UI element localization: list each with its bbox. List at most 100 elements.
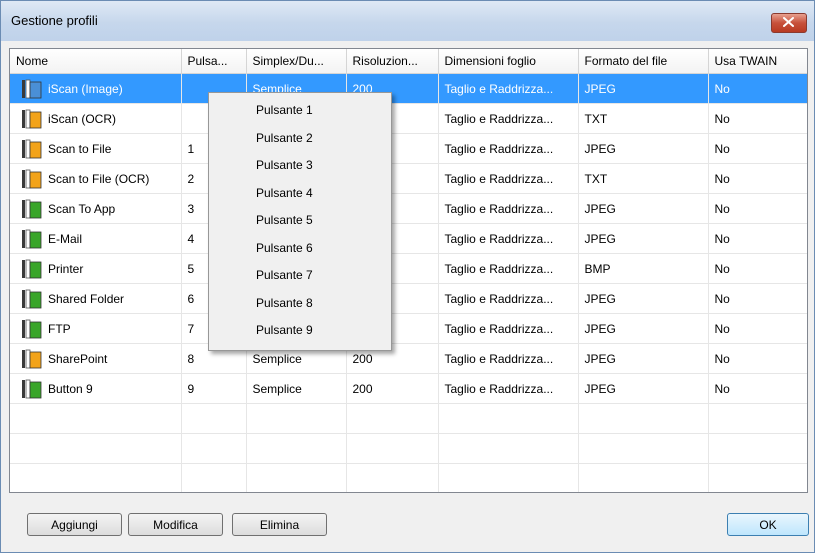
row-paper-size[interactable]: Taglio e Raddrizza...: [438, 223, 579, 254]
empty-cell: [246, 433, 347, 464]
row-file-format[interactable]: JPEG: [578, 193, 709, 224]
close-button[interactable]: [771, 13, 807, 33]
column-header-paper-size[interactable]: Dimensioni foglio: [438, 49, 579, 74]
row-file-format[interactable]: JPEG: [578, 133, 709, 164]
row-paper-size[interactable]: Taglio e Raddrizza...: [438, 373, 579, 404]
row-paper-size[interactable]: Taglio e Raddrizza...: [438, 193, 579, 224]
table-row[interactable]: iScan (Image) Semplice 200 Taglio e Raddriz…: [10, 73, 807, 104]
profile-orange-icon: [22, 139, 42, 158]
row-file-format[interactable]: JPEG: [578, 73, 709, 104]
empty-cell: [346, 403, 439, 434]
row-paper-size[interactable]: Taglio e Raddrizza...: [438, 343, 579, 374]
table-row[interactable]: E-Mail 4 Taglio e Raddrizza... JPEG No: [10, 223, 807, 254]
row-name-cell[interactable]: Shared Folder: [10, 283, 182, 314]
empty-cell: [708, 463, 807, 492]
empty-row: [10, 433, 807, 464]
row-file-format[interactable]: JPEG: [578, 373, 709, 404]
profile-name: E-Mail: [48, 231, 83, 246]
row-use-twain[interactable]: No: [708, 193, 807, 224]
row-paper-size[interactable]: Taglio e Raddrizza...: [438, 73, 579, 104]
row-name-cell[interactable]: iScan (OCR): [10, 103, 182, 134]
row-file-format[interactable]: JPEG: [578, 313, 709, 344]
row-name-cell[interactable]: Scan to File: [10, 133, 182, 164]
row-use-twain[interactable]: No: [708, 343, 807, 374]
table-row[interactable]: FTP 7 Taglio e Raddrizza... JPEG No: [10, 313, 807, 344]
row-button[interactable]: 9: [181, 373, 247, 404]
menu-item-pulsante-1[interactable]: Pulsante 1: [211, 97, 387, 123]
profile-orange-icon: [22, 169, 42, 188]
row-resolution[interactable]: 200: [346, 373, 439, 404]
row-paper-size[interactable]: Taglio e Raddrizza...: [438, 103, 579, 134]
row-name-cell[interactable]: SharePoint: [10, 343, 182, 374]
ok-button[interactable]: OK: [727, 513, 809, 536]
column-header-resolution[interactable]: Risoluzion...: [346, 49, 439, 74]
menu-item-pulsante-2[interactable]: Pulsante 2: [211, 125, 387, 151]
menu-item-pulsante-8[interactable]: Pulsante 8: [211, 290, 387, 316]
row-use-twain[interactable]: No: [708, 163, 807, 194]
table-row[interactable]: Scan to File 1 Taglio e Raddrizza... JPEG No: [10, 133, 807, 164]
profile-green-icon: [22, 319, 42, 338]
row-paper-size[interactable]: Taglio e Raddrizza...: [438, 253, 579, 284]
column-header-button[interactable]: Pulsa...: [181, 49, 247, 74]
row-paper-size[interactable]: Taglio e Raddrizza...: [438, 133, 579, 164]
column-header-simplex-duplex[interactable]: Simplex/Du...: [246, 49, 347, 74]
table-row[interactable]: SharePoint 8 Semplice 200 Taglio e Raddrizza…: [10, 343, 807, 374]
empty-cell: [10, 463, 182, 492]
row-name-cell[interactable]: Printer: [10, 253, 182, 284]
column-header-name[interactable]: Nome: [10, 49, 182, 74]
row-name-cell[interactable]: Scan To App: [10, 193, 182, 224]
empty-cell: [708, 403, 807, 434]
row-simplex-duplex[interactable]: Semplice: [246, 373, 347, 404]
row-file-format[interactable]: BMP: [578, 253, 709, 284]
profile-name: FTP: [48, 321, 71, 336]
empty-cell: [10, 403, 182, 434]
row-use-twain[interactable]: No: [708, 373, 807, 404]
row-name-cell[interactable]: Scan to File (OCR): [10, 163, 182, 194]
row-file-format[interactable]: JPEG: [578, 343, 709, 374]
row-name-cell[interactable]: E-Mail: [10, 223, 182, 254]
row-use-twain[interactable]: No: [708, 283, 807, 314]
column-header-use-twain[interactable]: Usa TWAIN: [708, 49, 807, 74]
empty-cell: [346, 433, 439, 464]
title-bar[interactable]: Gestione profili: [1, 1, 814, 41]
menu-item-pulsante-4[interactable]: Pulsante 4: [211, 180, 387, 206]
empty-cell: [246, 463, 347, 492]
row-file-format[interactable]: TXT: [578, 103, 709, 134]
table-row[interactable]: Button 9 9 Semplice 200 Taglio e Raddrizza..…: [10, 373, 807, 404]
row-use-twain[interactable]: No: [708, 313, 807, 344]
add-button[interactable]: Aggiungi: [27, 513, 122, 536]
row-use-twain[interactable]: No: [708, 133, 807, 164]
row-use-twain[interactable]: No: [708, 223, 807, 254]
table-row[interactable]: Shared Folder 6 Taglio e Raddrizza... JPEG N…: [10, 283, 807, 314]
menu-item-pulsante-5[interactable]: Pulsante 5: [211, 207, 387, 233]
table-row[interactable]: iScan (OCR) Taglio e Raddrizza... TXT No: [10, 103, 807, 134]
table-row[interactable]: Scan to File (OCR) 2 Taglio e Raddrizza...…: [10, 163, 807, 194]
table-row[interactable]: Scan To App 3 Taglio e Raddrizza... JPEG No: [10, 193, 807, 224]
profile-name: Scan to File (OCR): [48, 171, 150, 186]
row-use-twain[interactable]: No: [708, 103, 807, 134]
table-row[interactable]: Printer 5 Taglio e Raddrizza... BMP No: [10, 253, 807, 284]
menu-item-pulsante-6[interactable]: Pulsante 6: [211, 235, 387, 261]
row-name-cell[interactable]: Button 9: [10, 373, 182, 404]
row-use-twain[interactable]: No: [708, 253, 807, 284]
menu-item-pulsante-3[interactable]: Pulsante 3: [211, 152, 387, 178]
empty-cell: [578, 433, 709, 464]
menu-item-pulsante-9[interactable]: Pulsante 9: [211, 317, 387, 343]
menu-item-pulsante-7[interactable]: Pulsante 7: [211, 262, 387, 288]
row-file-format[interactable]: JPEG: [578, 223, 709, 254]
empty-cell: [578, 463, 709, 492]
row-paper-size[interactable]: Taglio e Raddrizza...: [438, 163, 579, 194]
edit-button[interactable]: Modifica: [128, 513, 223, 536]
row-name-cell[interactable]: FTP: [10, 313, 182, 344]
delete-button[interactable]: Elimina: [232, 513, 327, 536]
column-header-file-format[interactable]: Formato del file: [578, 49, 709, 74]
empty-cell: [438, 463, 579, 492]
profile-blue-icon: [22, 79, 42, 98]
row-use-twain[interactable]: No: [708, 73, 807, 104]
row-file-format[interactable]: JPEG: [578, 283, 709, 314]
row-file-format[interactable]: TXT: [578, 163, 709, 194]
profiles-table: Nome Pulsa... Simplex/Du... Risoluzion..…: [9, 48, 808, 493]
row-paper-size[interactable]: Taglio e Raddrizza...: [438, 283, 579, 314]
row-paper-size[interactable]: Taglio e Raddrizza...: [438, 313, 579, 344]
row-name-cell[interactable]: iScan (Image): [10, 73, 182, 104]
